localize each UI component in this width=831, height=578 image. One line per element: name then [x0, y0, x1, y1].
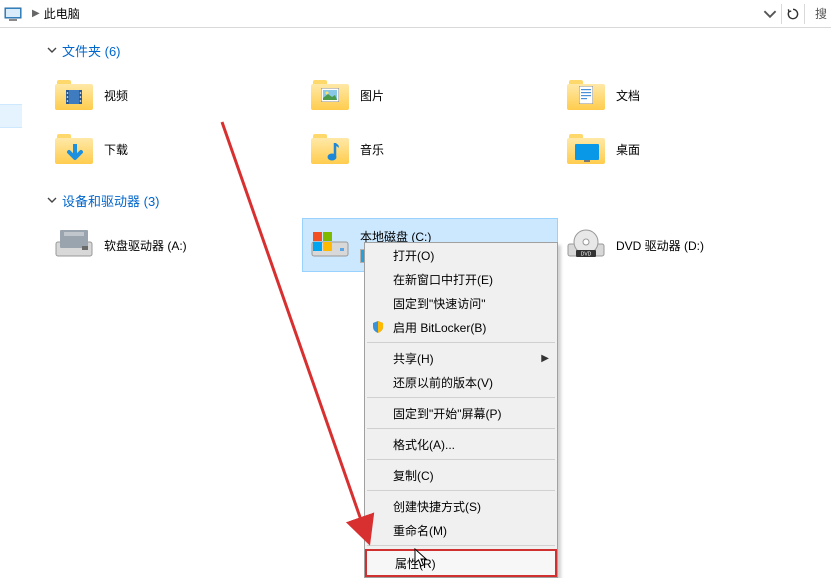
folder-documents[interactable]: 文档: [558, 68, 814, 122]
ctx-pin-start[interactable]: 固定到"开始"屏幕(P): [365, 401, 557, 425]
drive-dvd[interactable]: DVD DVD 驱动器 (D:): [558, 218, 814, 272]
chevron-down-icon: [46, 44, 58, 56]
cursor-icon: [414, 548, 430, 570]
section-devices-header[interactable]: 设备和驱动器 (3): [46, 190, 831, 210]
dropdown-icon[interactable]: [763, 7, 777, 21]
divider: [804, 4, 805, 24]
refresh-icon[interactable]: [786, 7, 800, 21]
folder-label: 音乐: [360, 141, 384, 158]
ctx-bitlocker[interactable]: 启用 BitLocker(B): [365, 315, 557, 339]
address-path[interactable]: ▶ 此电脑: [4, 5, 763, 22]
submenu-arrow-icon: ▶: [541, 353, 549, 364]
folder-music[interactable]: 音乐: [302, 122, 558, 176]
search-input[interactable]: 搜: [809, 5, 827, 22]
folder-pictures[interactable]: 图片: [302, 68, 558, 122]
nav-selection-stub: [0, 104, 22, 128]
downloads-folder-icon: [52, 127, 96, 171]
documents-folder-icon: [564, 73, 608, 117]
address-bar: ▶ 此电脑 搜: [0, 0, 831, 28]
videos-folder-icon: [52, 73, 96, 117]
drive-label: DVD 驱动器 (D:): [616, 237, 808, 254]
desktop-folder-icon: [564, 127, 608, 171]
ctx-copy[interactable]: 复制(C): [365, 463, 557, 487]
separator: [367, 397, 555, 398]
separator: [367, 342, 555, 343]
ctx-rename[interactable]: 重命名(M): [365, 518, 557, 542]
folder-label: 视频: [104, 87, 128, 104]
address-title: 此电脑: [44, 5, 80, 22]
chevron-right-icon: ▶: [32, 8, 40, 19]
separator: [367, 459, 555, 460]
ctx-previous-versions[interactable]: 还原以前的版本(V): [365, 370, 557, 394]
context-menu: 打开(O) 在新窗口中打开(E) 固定到"快速访问" 启用 BitLocker(…: [364, 242, 558, 578]
ctx-create-shortcut[interactable]: 创建快捷方式(S): [365, 494, 557, 518]
ctx-open[interactable]: 打开(O): [365, 243, 557, 267]
divider: [781, 4, 782, 24]
folder-label: 文档: [616, 87, 640, 104]
ctx-open-new-window[interactable]: 在新窗口中打开(E): [365, 267, 557, 291]
local-disk-icon: [308, 223, 352, 267]
folder-downloads[interactable]: 下载: [46, 122, 302, 176]
section-folders-header[interactable]: 文件夹 (6): [46, 40, 831, 60]
pictures-folder-icon: [308, 73, 352, 117]
ctx-format[interactable]: 格式化(A)...: [365, 432, 557, 456]
floppy-drive-icon: [52, 223, 96, 267]
chevron-down-icon: [46, 194, 58, 206]
folder-label: 下载: [104, 141, 128, 158]
separator: [367, 428, 555, 429]
folder-videos[interactable]: 视频: [46, 68, 302, 122]
folders-grid: 视频 图片 文档: [46, 68, 831, 176]
folder-label: 图片: [360, 87, 384, 104]
ctx-share[interactable]: 共享(H)▶: [365, 346, 557, 370]
shield-icon: [370, 319, 386, 335]
ctx-properties[interactable]: 属性(R): [365, 549, 557, 577]
separator: [367, 490, 555, 491]
ctx-pin-quick-access[interactable]: 固定到"快速访问": [365, 291, 557, 315]
svg-text:DVD: DVD: [581, 252, 592, 258]
folder-desktop[interactable]: 桌面: [558, 122, 814, 176]
drive-label: 软盘驱动器 (A:): [104, 237, 296, 254]
separator: [367, 545, 555, 546]
drive-floppy[interactable]: 软盘驱动器 (A:): [46, 218, 302, 272]
dvd-drive-icon: DVD: [564, 223, 608, 267]
folder-label: 桌面: [616, 141, 640, 158]
this-pc-icon: [4, 7, 22, 21]
music-folder-icon: [308, 127, 352, 171]
